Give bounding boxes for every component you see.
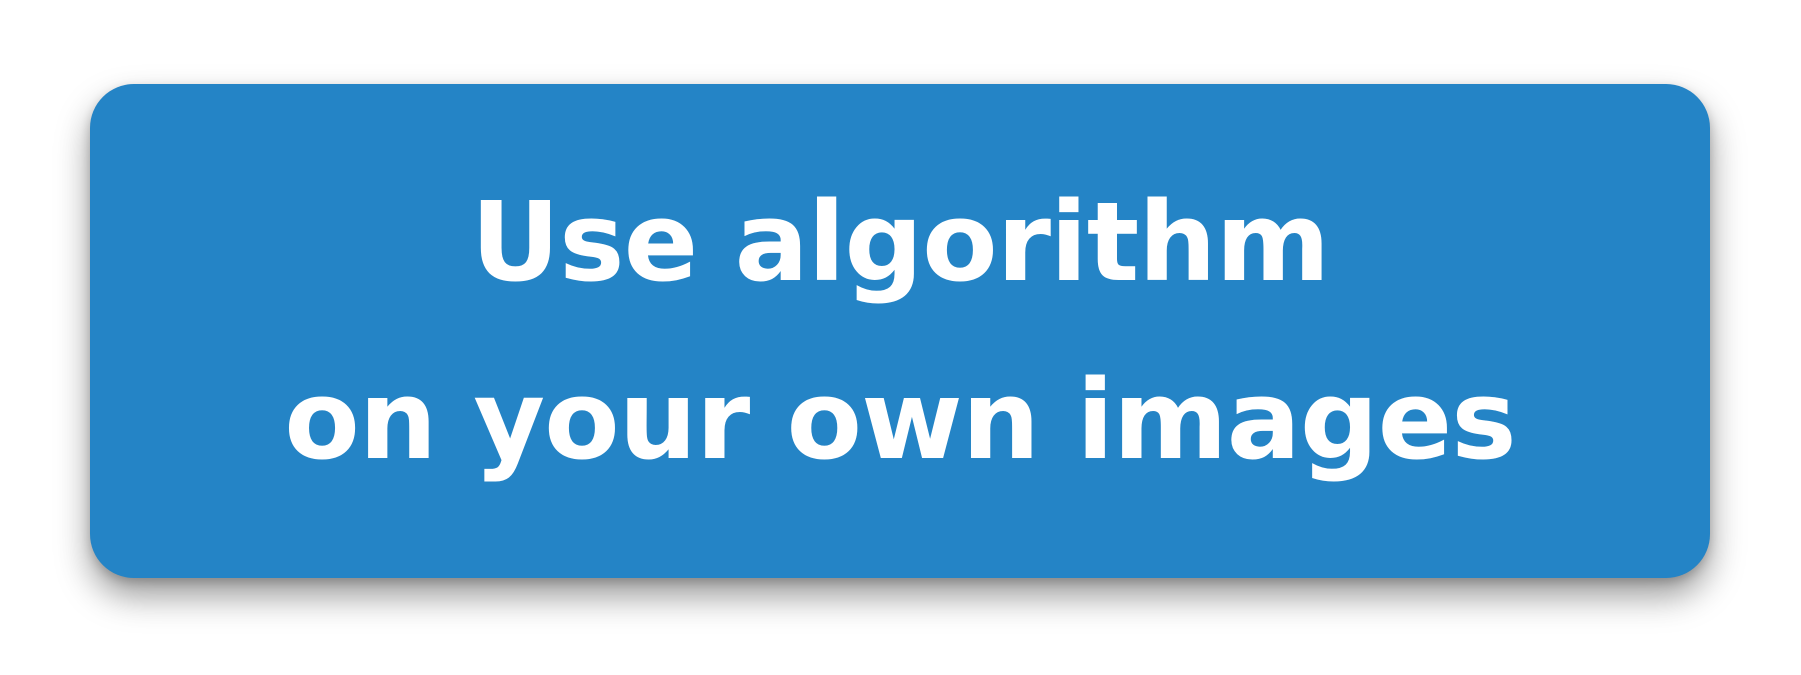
canvas: Use algorithm on your own images (0, 0, 1801, 675)
use-algorithm-button[interactable]: Use algorithm on your own images (90, 84, 1710, 578)
button-label-line-1: Use algorithm (470, 178, 1330, 306)
button-label-line-2: on your own images (284, 356, 1516, 484)
